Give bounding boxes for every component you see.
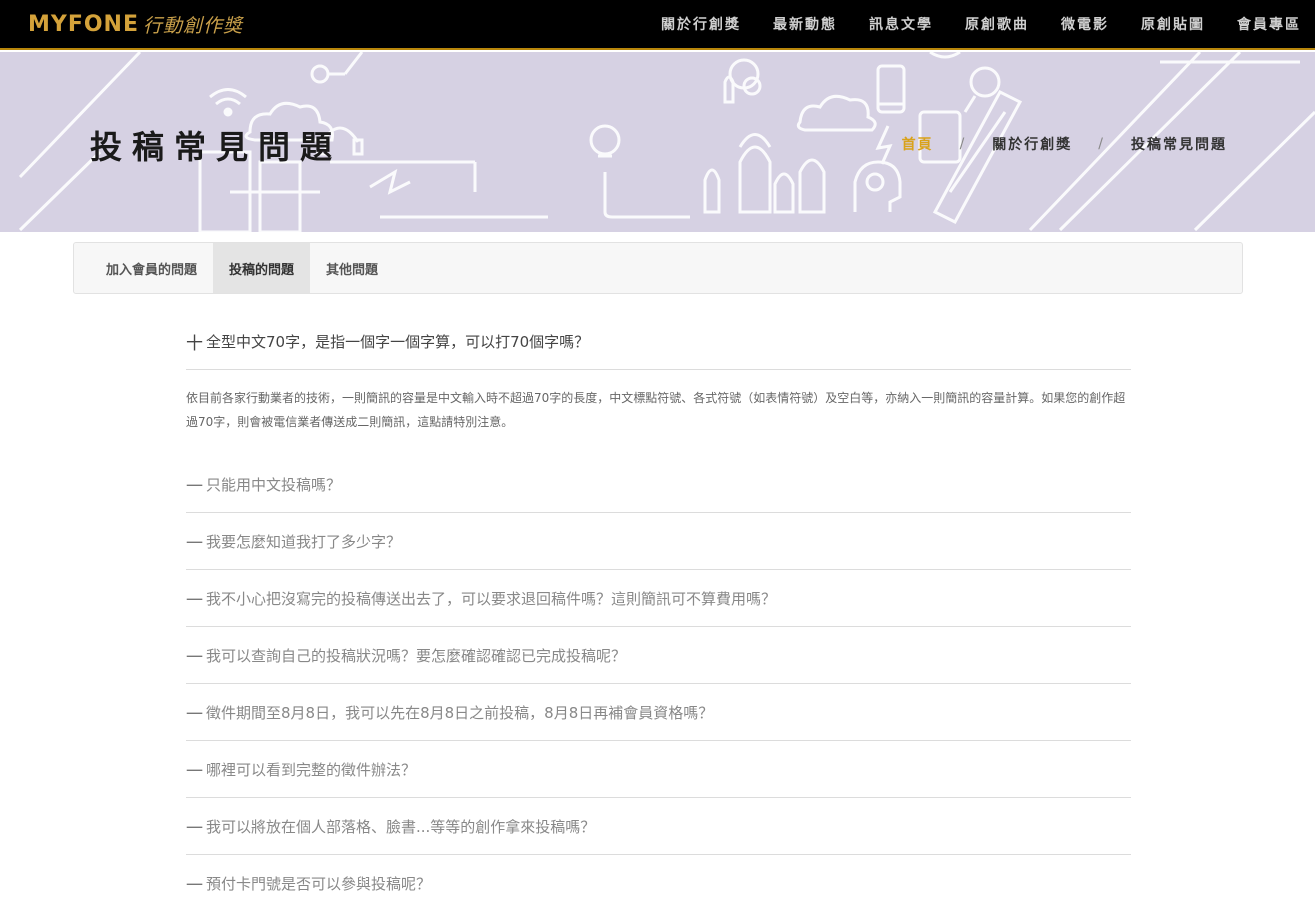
collapse-icon: 一: [186, 590, 203, 611]
breadcrumb-parent-link[interactable]: 關於行創獎: [992, 134, 1072, 154]
faq-question-expanded[interactable]: 十 全型中文70字，是指一個字一個字算，可以打70個字嗎？: [186, 313, 1131, 370]
logo-cjk-text: 行動創作獎: [143, 14, 244, 37]
faq-question[interactable]: 一 我可以將放在個人部落格、臉書...等等的創作拿來投稿嗎？: [186, 798, 1131, 855]
page-title: 投稿常見問題: [90, 128, 343, 166]
nav-item-about[interactable]: 關於行創獎: [661, 14, 741, 34]
faq-question-text: 我可以查詢自己的投稿狀況嗎？要怎麼確認確認已完成投稿呢？: [206, 646, 627, 665]
faq-question-text: 徵件期間至8月8日，我可以先在8月8日之前投稿，8月8日再補會員資格嗎？: [206, 703, 714, 722]
breadcrumb-separator: /: [1098, 136, 1105, 152]
collapse-icon: 一: [186, 818, 203, 839]
faq-question[interactable]: 一 我不小心把沒寫完的投稿傳送出去了，可以要求退回稿件嗎？這則簡訊可不算費用嗎？: [186, 570, 1131, 627]
tab-membership-questions[interactable]: 加入會員的問題: [90, 243, 213, 293]
faq-question-text: 我可以將放在個人部落格、臉書...等等的創作拿來投稿嗎？: [206, 817, 596, 836]
faq-question-text: 只能用中文投稿嗎？: [206, 475, 342, 494]
faq-question[interactable]: 一 哪裡可以看到完整的徵件辦法？: [186, 741, 1131, 798]
nav-item-micro-film[interactable]: 微電影: [1061, 14, 1109, 34]
nav-item-news[interactable]: 最新動態: [773, 14, 837, 34]
faq-question[interactable]: 一 我要怎麼知道我打了多少字？: [186, 513, 1131, 570]
collapse-icon: 一: [186, 533, 203, 554]
faq-question-text: 預付卡門號是否可以參與投稿呢？: [206, 875, 432, 893]
expand-icon: 十: [186, 333, 203, 354]
collapse-icon: 一: [186, 876, 203, 896]
top-navigation-bar: MYFONE 行動創作獎 關於行創獎 最新動態 訊息文學 原創歌曲 微電影 原創…: [0, 0, 1315, 50]
logo-latin-text: MYFONE: [28, 11, 139, 37]
collapse-icon: 一: [186, 761, 203, 782]
faq-question-text: 哪裡可以看到完整的徵件辦法？: [206, 760, 417, 779]
hero-banner: 投稿常見問題 首頁 / 關於行創獎 / 投稿常見問題: [0, 52, 1315, 232]
main-nav: 關於行創獎 最新動態 訊息文學 原創歌曲 微電影 原創貼圖 會員專區: [629, 0, 1301, 48]
faq-answer: 依目前各家行動業者的技術，一則簡訊的容量是中文輸入時不超過70字的長度，中文標點…: [186, 391, 1126, 429]
breadcrumb-separator: /: [959, 136, 967, 152]
nav-item-sms-literature[interactable]: 訊息文學: [869, 14, 933, 34]
nav-item-original-stickers[interactable]: 原創貼圖: [1141, 14, 1205, 34]
collapse-icon: 一: [186, 704, 203, 725]
breadcrumb-current: 投稿常見問題: [1131, 137, 1227, 153]
tab-submission-questions[interactable]: 投稿的問題: [213, 243, 311, 293]
faq-category-tabs: 加入會員的問題 投稿的問題 其他問題: [73, 242, 1243, 294]
faq-question[interactable]: 一 我可以查詢自己的投稿狀況嗎？要怎麼確認確認已完成投稿呢？: [186, 627, 1131, 684]
breadcrumb-home-link[interactable]: 首頁: [902, 134, 934, 154]
site-logo[interactable]: MYFONE 行動創作獎: [28, 10, 243, 38]
faq-question-text: 我不小心把沒寫完的投稿傳送出去了，可以要求退回稿件嗎？這則簡訊可不算費用嗎？: [206, 589, 777, 608]
faq-question-text: 我要怎麼知道我打了多少字？: [206, 532, 402, 551]
faq-question[interactable]: 一 徵件期間至8月8日，我可以先在8月8日之前投稿，8月8日再補會員資格嗎？: [186, 684, 1131, 741]
nav-item-original-songs[interactable]: 原創歌曲: [965, 14, 1029, 34]
faq-question-text: 全型中文70字，是指一個字一個字算，可以打70個字嗎？: [206, 332, 590, 351]
faq-accordion: 十 全型中文70字，是指一個字一個字算，可以打70個字嗎？ 依目前各家行動業者的…: [186, 313, 1131, 912]
nav-item-member-zone[interactable]: 會員專區: [1237, 14, 1301, 34]
breadcrumb: 首頁 / 關於行創獎 / 投稿常見問題: [902, 134, 1227, 154]
faq-question[interactable]: 一 只能用中文投稿嗎？: [186, 456, 1131, 513]
collapse-icon: 一: [186, 476, 203, 497]
tab-other-questions[interactable]: 其他問題: [310, 243, 394, 293]
faq-question[interactable]: 一 預付卡門號是否可以參與投稿呢？: [186, 855, 1131, 912]
collapse-icon: 一: [186, 647, 203, 668]
